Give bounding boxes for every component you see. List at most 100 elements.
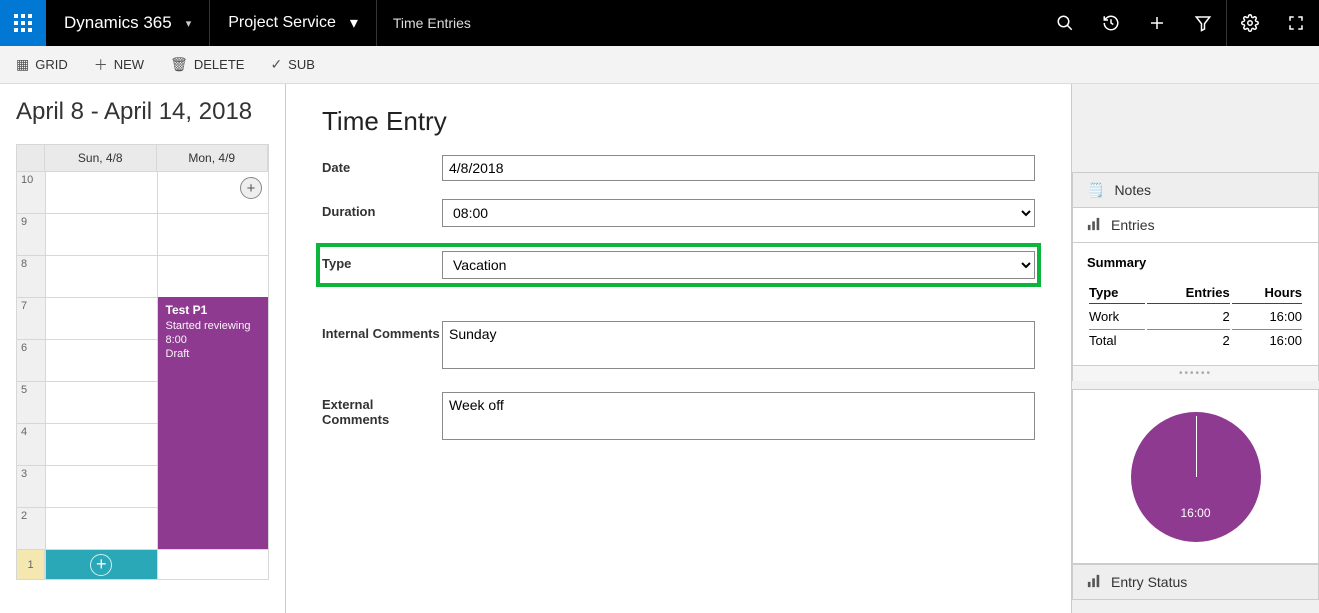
cell-total-hours: 16:00 (1232, 329, 1302, 351)
hour-label: 5 (17, 381, 45, 423)
day-header[interactable]: Sun, 4/8 (45, 145, 157, 171)
filter-button[interactable] (1180, 0, 1226, 46)
calendar-panel: April 8 - April 14, 2018 Sun, 4/8 Mon, 4… (0, 84, 285, 613)
tab-entry-status[interactable]: Entry Status (1072, 564, 1319, 600)
tab-label: Entries (1111, 217, 1155, 233)
grid-view-button[interactable]: ▦GRID (10, 52, 74, 77)
cmd-label: DELETE (194, 57, 245, 72)
table-row-total: Total 2 16:00 (1089, 329, 1302, 351)
col-hours: Hours (1232, 282, 1302, 304)
plus-icon: ＋ (94, 55, 108, 75)
allday-label: 1 (17, 550, 45, 579)
settings-button[interactable] (1227, 0, 1273, 46)
date-input[interactable] (442, 155, 1035, 181)
grid-corner (17, 145, 45, 171)
internal-comments-label: Internal Comments (322, 321, 442, 341)
gear-icon (1241, 14, 1259, 32)
hour-label: 9 (17, 213, 45, 255)
add-entry-button[interactable]: + (240, 177, 262, 199)
chevron-down-icon: ▾ (350, 13, 358, 33)
trash-icon: 🗑 (170, 56, 188, 73)
new-button[interactable] (1134, 0, 1180, 46)
waffle-icon (14, 14, 32, 32)
date-label: Date (322, 155, 442, 175)
bar-chart-icon (1087, 217, 1101, 234)
tab-label: Entry Status (1111, 574, 1187, 590)
event-status: Draft (166, 348, 261, 360)
entries-pie-chart: 16:00 (1072, 389, 1319, 564)
date-range-title: April 8 - April 14, 2018 (16, 98, 269, 126)
hour-label: 7 (17, 297, 45, 339)
brand-label: Dynamics 365 (64, 13, 172, 33)
hour-label: 6 (17, 339, 45, 381)
note-icon: 🗒️ (1087, 182, 1104, 199)
day-column-mon[interactable]: + Test P1 Started reviewing 8:00 Draft (157, 171, 269, 549)
tab-notes[interactable]: 🗒️ Notes (1072, 172, 1319, 208)
table-row: Work 2 16:00 (1089, 306, 1302, 327)
cell-total-entries: 2 (1147, 329, 1229, 351)
cmd-label: NEW (114, 57, 144, 72)
expand-icon (1287, 14, 1305, 32)
new-record-button[interactable]: ＋ NEW (88, 51, 150, 79)
recent-button[interactable] (1088, 0, 1134, 46)
delete-button[interactable]: 🗑 DELETE (164, 52, 250, 77)
module-picker[interactable]: Project Service ▾ (210, 13, 376, 33)
submit-button[interactable]: ✓ SUB (264, 52, 320, 77)
hour-label: 4 (17, 423, 45, 465)
cell-entries: 2 (1147, 306, 1229, 327)
summary-title: Summary (1087, 255, 1304, 270)
internal-comments-input[interactable] (442, 321, 1035, 369)
event-title: Test P1 (166, 303, 261, 317)
hour-label: 2 (17, 507, 45, 549)
form-title: Time Entry (322, 106, 1035, 137)
command-bar: ▦GRID ＋ NEW 🗑 DELETE ✓ SUB (0, 46, 1319, 84)
type-select[interactable]: Vacation (442, 251, 1035, 279)
tab-label: Notes (1114, 182, 1151, 198)
resize-handle[interactable]: •••••• (1072, 366, 1319, 381)
cell-type: Work (1089, 306, 1145, 327)
chevron-down-icon: ▾ (186, 17, 192, 30)
col-type: Type (1089, 282, 1145, 304)
duration-select[interactable]: 08:00 (442, 199, 1035, 227)
external-comments-label: External Comments (322, 392, 442, 427)
time-entry-form: Time Entry Date Duration 08:00 Type Vaca… (286, 84, 1071, 613)
funnel-icon (1194, 14, 1212, 32)
cmd-label: GRID (35, 57, 68, 72)
duration-label: Duration (322, 199, 442, 219)
app-launcher-button[interactable] (0, 0, 46, 46)
fullscreen-button[interactable] (1273, 0, 1319, 46)
pie-slice-work: 16:00 (1131, 412, 1261, 542)
pie-value-label: 16:00 (1131, 506, 1261, 520)
right-rail: 🗒️ Notes Entries Summary Type Entries Ho… (1071, 84, 1319, 613)
cmd-label: SUB (288, 57, 315, 72)
bar-chart-icon (1087, 574, 1101, 591)
cell-total-label: Total (1089, 329, 1145, 351)
history-icon (1102, 14, 1120, 32)
external-comments-input[interactable] (442, 392, 1035, 440)
summary-table: Type Entries Hours Work 2 16:00 Total 2 … (1087, 280, 1304, 353)
allday-add-button[interactable]: + (45, 550, 157, 579)
cell-hours: 16:00 (1232, 306, 1302, 327)
event-detail: Started reviewing (166, 320, 261, 332)
entries-summary: Summary Type Entries Hours Work 2 16:00 … (1072, 242, 1319, 366)
allday-cell[interactable] (157, 550, 269, 579)
plus-circle-icon: + (90, 554, 112, 576)
module-label: Project Service (228, 14, 336, 32)
calendar-event[interactable]: Test P1 Started reviewing 8:00 Draft (158, 297, 269, 549)
brand-picker[interactable]: Dynamics 365 ▾ (46, 13, 209, 33)
calendar-grid: Sun, 4/8 Mon, 4/9 10 9 8 7 6 5 4 3 2 (16, 144, 269, 580)
hour-label: 10 (17, 171, 45, 213)
breadcrumb[interactable]: Time Entries (377, 15, 487, 31)
search-button[interactable] (1042, 0, 1088, 46)
col-entries: Entries (1147, 282, 1229, 304)
hour-label: 8 (17, 255, 45, 297)
hour-label: 3 (17, 465, 45, 507)
hour-scale: 10 9 8 7 6 5 4 3 2 (17, 171, 45, 549)
plus-icon (1148, 14, 1166, 32)
day-column-sun[interactable] (45, 171, 157, 549)
tab-entries[interactable]: Entries (1072, 207, 1319, 243)
event-duration: 8:00 (166, 334, 261, 346)
day-header[interactable]: Mon, 4/9 (157, 145, 269, 171)
check-icon: ✓ (270, 56, 282, 73)
type-label: Type (322, 251, 442, 271)
